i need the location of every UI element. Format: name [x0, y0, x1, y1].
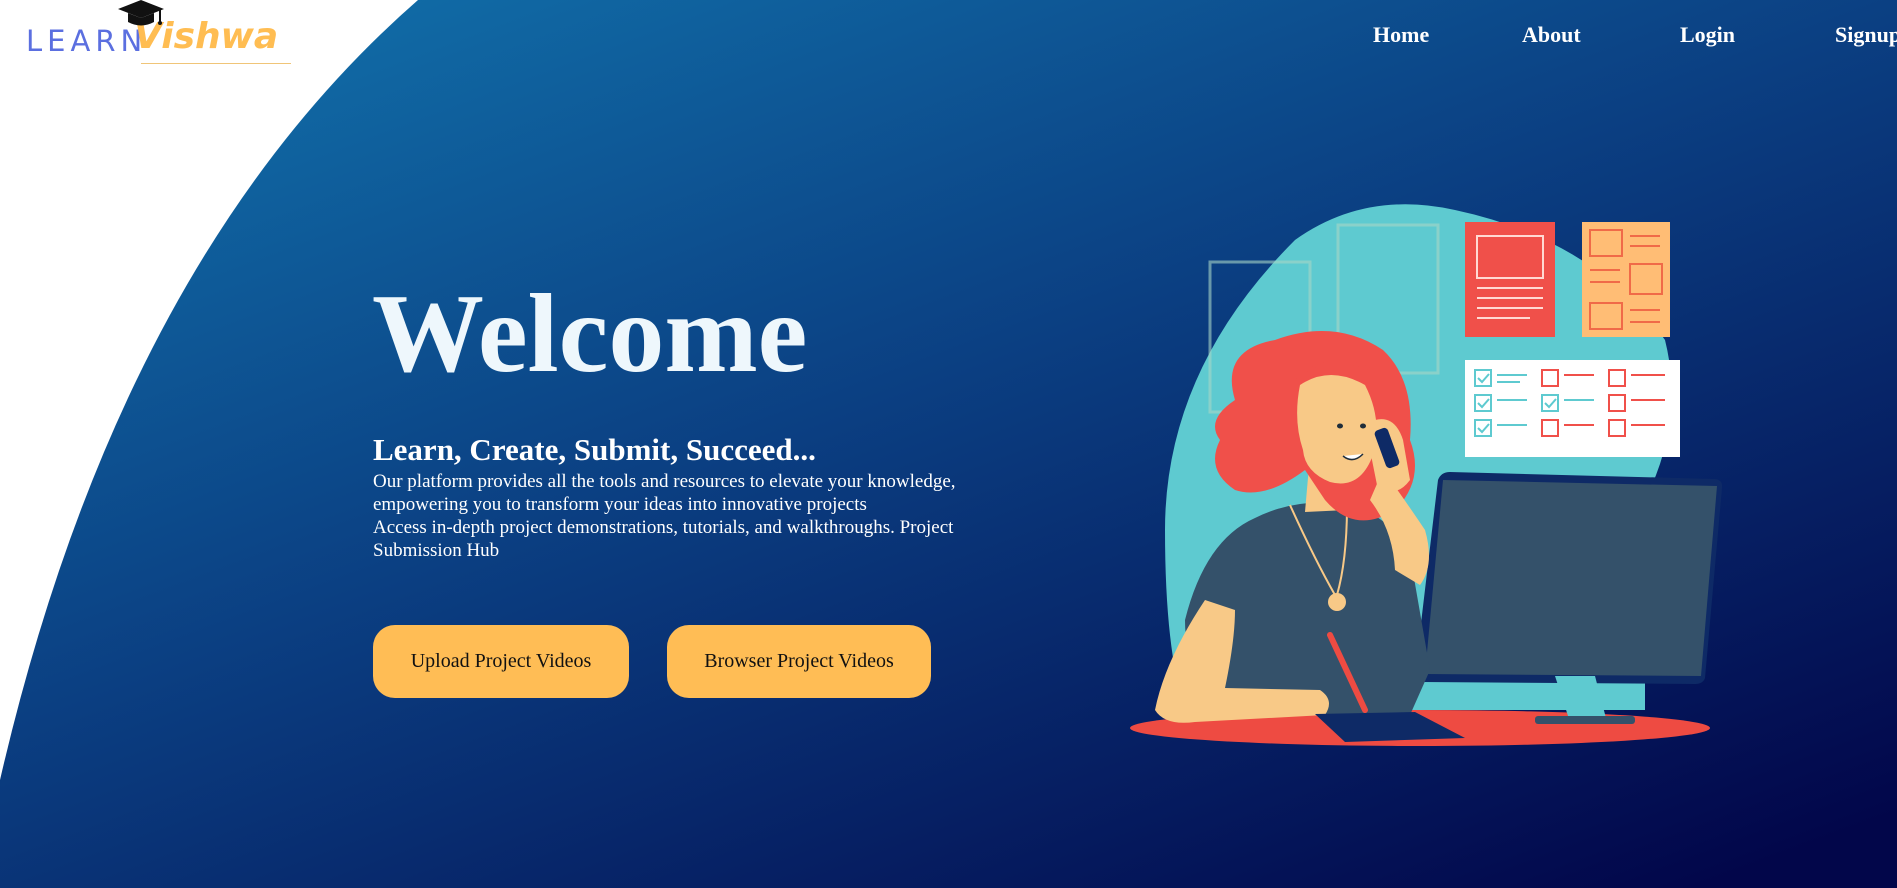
nav-about[interactable]: About [1522, 22, 1581, 48]
hero-description-line-2: Access in-depth project demonstrations, … [373, 517, 954, 561]
main-nav: Home About Login Signup [1297, 22, 1897, 52]
hero-description-line-1: Our platform provides all the tools and … [373, 471, 956, 515]
upload-project-videos-button[interactable]: Upload Project Videos [373, 625, 629, 698]
hero-description: Our platform provides all the tools and … [373, 470, 1013, 562]
browse-project-videos-button[interactable]: Browser Project Videos [667, 625, 931, 698]
nav-login[interactable]: Login [1680, 22, 1735, 48]
graduation-cap-icon [118, 0, 164, 26]
site-logo[interactable]: LEARN Vishwa [26, 0, 291, 70]
landing-page: LEARN Vishwa Home About Login Signup Wel… [0, 0, 1897, 888]
hero-tagline: Learn, Create, Submit, Succeed... [373, 432, 816, 467]
nav-home[interactable]: Home [1373, 22, 1429, 48]
hero-title: Welcome [372, 272, 808, 396]
woman-at-computer-illustration [1130, 204, 1723, 746]
logo-underline [141, 63, 291, 64]
nav-signup[interactable]: Signup [1835, 22, 1897, 48]
